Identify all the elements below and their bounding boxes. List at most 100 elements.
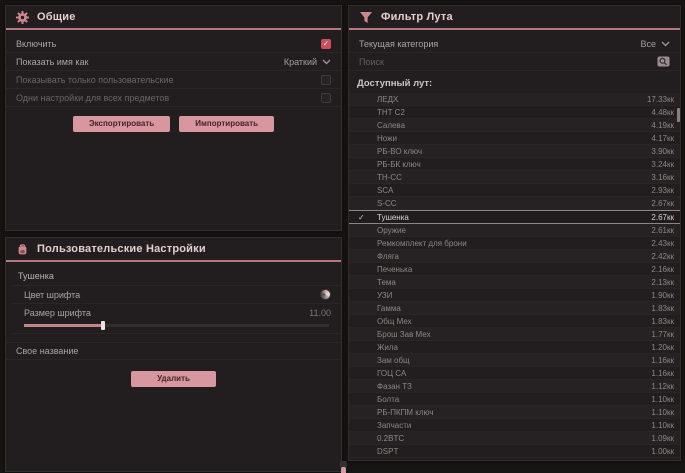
loot-item-value: 1.77кк — [651, 330, 674, 339]
loot-item-value: 3.90кк — [651, 147, 674, 156]
loot-row[interactable]: ✓ТНТ С24.48кк — [349, 106, 680, 119]
check-icon: ✓ — [358, 265, 368, 274]
same-settings-label: Одни настройки для всех предметов — [16, 93, 169, 103]
loot-row[interactable]: ✓Брош Зав Мех1.77кк — [349, 328, 680, 341]
category-dropdown[interactable]: Все — [640, 39, 670, 49]
color-wheel-icon[interactable] — [320, 289, 331, 300]
row-show-name: Показать имя как Краткий — [6, 53, 341, 71]
loot-item-name: Оружие — [368, 226, 651, 235]
check-icon: ✓ — [358, 186, 368, 195]
category-label: Текущая категория — [359, 39, 438, 49]
check-icon: ✓ — [358, 304, 368, 313]
loot-row[interactable]: ✓Гамма1.83кк — [349, 302, 680, 315]
loot-item-name: УЗИ — [368, 291, 651, 300]
custom-name-input[interactable]: Свое название — [6, 342, 341, 360]
loot-row[interactable]: ✓DSPT1.00кк — [349, 445, 680, 458]
check-icon: ✓ — [358, 291, 368, 300]
loot-item-value: 3.16кк — [651, 173, 674, 182]
slider-fill — [24, 324, 103, 327]
loot-row[interactable]: ✓0.2BTC1.09кк — [349, 432, 680, 445]
check-icon: ✓ — [358, 199, 368, 208]
same-settings-checkbox[interactable] — [321, 93, 331, 103]
loot-item-value: 2.61кк — [651, 226, 674, 235]
loot-row[interactable]: ✓Тушенка2.67кк — [349, 210, 680, 224]
loot-item-name: Ремкомплект для брони — [368, 239, 651, 248]
panel-custom-title: Пользовательские Настройки — [37, 243, 206, 255]
font-size-value: 11.00 — [309, 308, 331, 318]
loot-row[interactable]: ✓S-CC2.67кк — [349, 197, 680, 210]
loot-row[interactable]: ✓РБ-ВО ключ3.90кк — [349, 145, 680, 158]
row-same-settings: Одни настройки для всех предметов — [6, 89, 341, 107]
loot-row[interactable]: ✓Фляга2.42кк — [349, 250, 680, 263]
check-icon: ✓ — [358, 173, 368, 182]
loot-item-name: Тушенка — [368, 213, 651, 222]
check-icon: ✓ — [358, 108, 368, 117]
loot-item-name: ТНТ С2 — [368, 108, 651, 117]
loot-row[interactable]: ✓РБ-ПКПМ ключ1.10кк — [349, 406, 680, 419]
row-font-size: Размер шрифта 11.00 — [12, 304, 341, 322]
loot-row[interactable]: ✓РБ-БК ключ3.24кк — [349, 158, 680, 171]
loot-row[interactable]: ✓Зам общ1.16кк — [349, 354, 680, 367]
loot-row[interactable]: ✓УЗИ1.90кк — [349, 289, 680, 302]
loot-item-name: Жила — [368, 343, 651, 352]
scrollbar-thumb[interactable] — [677, 108, 680, 122]
bottom-handle-icon[interactable] — [338, 461, 350, 473]
loot-item-name: S-CC — [368, 199, 651, 208]
loot-row[interactable]: ✓ТН-СС3.16кк — [349, 171, 680, 184]
loot-row[interactable]: ✓Оружие2.61кк — [349, 224, 680, 237]
funnel-icon — [359, 11, 373, 24]
loot-row[interactable]: ✓Запчасти1.10кк — [349, 419, 680, 432]
check-icon: ✓ — [358, 369, 368, 378]
check-icon: ✓ — [358, 134, 368, 143]
loot-item-name: РБ-ВО ключ — [368, 147, 651, 156]
loot-item-value: 1.16кк — [651, 369, 674, 378]
export-button[interactable]: Экспортировать — [73, 116, 170, 132]
loot-row[interactable]: ✓Печенька2.16кк — [349, 263, 680, 276]
loot-row[interactable]: ✓Общ Мех1.83кк — [349, 315, 680, 328]
search-icon[interactable] — [657, 56, 670, 67]
loot-row[interactable]: ✓ЛЕДХ17.33кк — [349, 93, 680, 106]
delete-button[interactable]: Удалить — [131, 371, 216, 387]
loot-item-value: 1.20кк — [651, 343, 674, 352]
loot-row[interactable]: ✓Фазан ТЗ1.12кк — [349, 380, 680, 393]
loot-row[interactable]: ✓Жила1.20кк — [349, 341, 680, 354]
enable-checkbox[interactable]: ✓ — [321, 39, 331, 49]
loot-row[interactable]: ✓Тема2.13кк — [349, 276, 680, 289]
loot-row[interactable]: ✓Салева4.19кк — [349, 119, 680, 132]
only-custom-checkbox[interactable] — [321, 75, 331, 85]
loot-item-name: РБ-БК ключ — [368, 160, 651, 169]
loot-item-value: 1.00кк — [651, 447, 674, 456]
loot-row[interactable]: ✓Ремкомплект для брони2.43кк — [349, 237, 680, 250]
slider-track[interactable] — [24, 324, 329, 327]
loot-item-value: 1.83кк — [651, 317, 674, 326]
enable-label: Включить — [16, 39, 56, 49]
font-size-slider[interactable] — [12, 322, 341, 334]
gear-icon — [16, 11, 29, 24]
loot-item-value: 1.10кк — [651, 421, 674, 430]
loot-list-title: Доступный лут: — [349, 71, 680, 93]
loot-item-value: 17.33кк — [647, 95, 674, 104]
check-icon: ✓ — [358, 239, 368, 248]
loot-row[interactable]: ✓SCA2.93кк — [349, 184, 680, 197]
check-icon: ✓ — [358, 317, 368, 326]
show-name-dropdown[interactable]: Краткий — [284, 57, 331, 67]
loot-item-name: 0.2BTC — [368, 434, 651, 443]
loot-row[interactable]: ✓Ножи4.17кк — [349, 132, 680, 145]
check-icon: ✓ — [358, 160, 368, 169]
loot-row[interactable]: ✓ГОЦ СА1.16кк — [349, 367, 680, 380]
loot-item-name: Болта — [368, 395, 651, 404]
loot-row[interactable]: ✓Болта1.10кк — [349, 393, 680, 406]
import-button[interactable]: Импортировать — [179, 116, 274, 132]
loot-item-value: 3.24кк — [651, 160, 674, 169]
check-icon: ✓ — [358, 356, 368, 365]
check-icon: ✓ — [358, 330, 368, 339]
font-color-label: Цвет шрифта — [24, 290, 80, 300]
check-icon: ✓ — [358, 213, 368, 222]
chevron-down-icon — [661, 41, 670, 47]
backpack-icon — [16, 243, 29, 256]
only-custom-label: Показывать только пользовательские — [16, 75, 174, 85]
loot-item-name: Ножи — [368, 134, 651, 143]
slider-thumb[interactable] — [101, 321, 105, 330]
search-input[interactable] — [359, 57, 599, 67]
loot-item-value: 2.13кк — [651, 278, 674, 287]
